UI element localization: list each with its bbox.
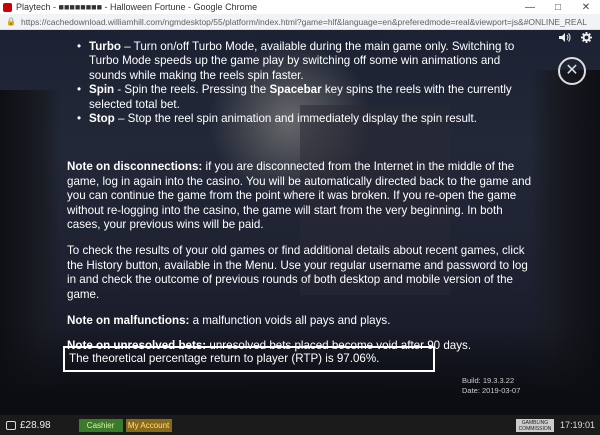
window-title: Playtech - ■■■■■■■■ - Halloween Fortune … — [16, 2, 258, 12]
disconnections-paragraph: Note on disconnections: if you are disco… — [67, 160, 537, 232]
list-item-spin: Spin - Spin the reels. Pressing the Spac… — [77, 83, 537, 112]
game-area: ✕ Turbo – Turn on/off Turbo Mode, availa… — [0, 30, 600, 415]
balance-value: £28.98 — [20, 419, 51, 431]
rtp-statement: The theoretical percentage return to pla… — [63, 346, 435, 372]
url-text[interactable]: https://cachedownload.williamhill.com/ng… — [21, 17, 587, 27]
list-item-turbo: Turbo – Turn on/off Turbo Mode, availabl… — [77, 40, 537, 83]
address-bar[interactable]: 🔒 https://cachedownload.williamhill.com/… — [0, 14, 600, 30]
spin-term: Spin — [89, 83, 115, 97]
wallet-icon — [6, 420, 16, 430]
gambling-commission-logo[interactable]: GAMBLING COMMISSION — [515, 418, 554, 432]
list-item-stop: Stop – Stop the reel spin animation and … — [77, 112, 537, 127]
balance-display: £28.98 — [6, 420, 51, 431]
malfunctions-desc: a malfunction voids all pays and plays. — [189, 314, 391, 328]
malfunctions-term: Note on malfunctions: — [67, 314, 190, 328]
disconnections-term: Note on disconnections: — [67, 160, 203, 174]
speaker-icon[interactable] — [559, 32, 571, 46]
playtech-favicon-icon — [3, 2, 12, 12]
my-account-button[interactable]: My Account — [125, 418, 172, 432]
lock-icon[interactable]: 🔒 — [6, 17, 16, 26]
cashier-button[interactable]: Cashier — [78, 418, 123, 432]
stop-term: Stop — [89, 112, 115, 126]
spin-desc-a: - Spin the reels. Pressing the — [114, 83, 270, 97]
history-paragraph: To check the results of your old games o… — [67, 244, 528, 301]
help-text-panel: Turbo – Turn on/off Turbo Mode, availabl… — [67, 40, 537, 353]
turbo-desc: – Turn on/off Turbo Mode, available duri… — [89, 40, 515, 82]
minimize-button[interactable]: — — [516, 2, 544, 13]
build-info: Build: 19.3.3.22 Date: 2019-03-07 — [462, 376, 520, 396]
spacebar-key: Spacebar — [269, 83, 322, 97]
gear-icon[interactable] — [581, 32, 592, 46]
game-top-icons — [559, 32, 592, 46]
clock-time: 17:19:01 — [559, 420, 595, 430]
maximize-button[interactable]: □ — [544, 2, 572, 13]
bottom-bar: £28.98 Cashier My Account GAMBLING COMMI… — [0, 415, 600, 435]
close-window-button[interactable]: ✕ — [572, 2, 600, 13]
malfunctions-paragraph: Note on malfunctions: a malfunction void… — [67, 314, 537, 328]
window-controls: — □ ✕ — [516, 2, 600, 13]
build-date: Date: 2019-03-07 — [462, 386, 521, 395]
turbo-term: Turbo — [89, 40, 121, 53]
window-titlebar: Playtech - ■■■■■■■■ - Halloween Fortune … — [0, 0, 600, 14]
close-help-button[interactable]: ✕ — [558, 57, 586, 85]
control-list: Turbo – Turn on/off Turbo Mode, availabl… — [67, 40, 537, 127]
stop-desc: – Stop the reel spin animation and immed… — [114, 112, 477, 126]
build-version: Build: 19.3.3.22 — [462, 376, 515, 385]
